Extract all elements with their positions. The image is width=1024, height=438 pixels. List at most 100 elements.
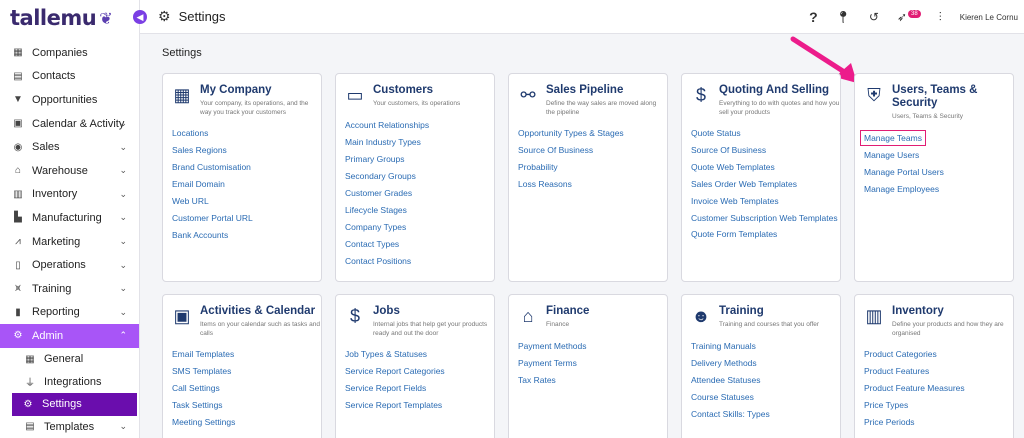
sidebar-item-sales[interactable]: ◉ Sales ⌄ xyxy=(0,135,139,159)
settings-link-label: Primary Groups xyxy=(345,153,405,164)
settings-link[interactable]: Company Types xyxy=(345,219,494,236)
inventory-icon: ▥ xyxy=(13,188,23,200)
settings-link[interactable]: Attendee Statuses xyxy=(691,372,840,389)
settings-link-label: Course Statuses xyxy=(691,391,754,402)
settings-link[interactable]: Delivery Methods xyxy=(691,355,840,372)
settings-link[interactable]: Payment Terms xyxy=(518,355,667,372)
settings-link[interactable]: Course Statuses xyxy=(691,389,840,406)
app-logo[interactable]: tallemu ❦ xyxy=(0,0,139,36)
settings-link[interactable]: Primary Groups xyxy=(345,151,494,168)
settings-link[interactable]: Loss Reasons xyxy=(518,176,667,193)
sidebar-item-manufacturing[interactable]: ▙ Manufacturing ⌄ xyxy=(0,206,139,230)
graduation-cap-icon: ⩙ xyxy=(15,283,21,295)
history-icon[interactable]: ↺ xyxy=(869,10,879,24)
settings-link[interactable]: Source Of Business xyxy=(691,142,840,159)
sliders-icon[interactable]: ⫶ xyxy=(939,10,942,25)
settings-link[interactable]: Product Features xyxy=(864,363,1013,380)
settings-link[interactable]: Manage Teams xyxy=(860,129,1013,147)
settings-link[interactable]: Sales Regions xyxy=(172,142,321,159)
settings-link[interactable]: Manage Portal Users xyxy=(864,164,1013,181)
settings-link[interactable]: Email Domain xyxy=(172,176,321,193)
settings-link[interactable]: Manage Users xyxy=(864,147,1013,164)
settings-link[interactable]: Training Manuals xyxy=(691,338,840,355)
settings-link[interactable]: Customer Subscription Web Templates xyxy=(691,210,840,226)
settings-link[interactable]: Contact Skills: Types xyxy=(691,406,840,423)
settings-link[interactable]: Price Periods xyxy=(864,414,1013,431)
settings-link[interactable]: Account Relationships xyxy=(345,117,494,134)
sidebar-item-inventory[interactable]: ▥ Inventory ⌄ xyxy=(0,183,139,207)
settings-link[interactable]: Probability xyxy=(518,159,667,176)
settings-link[interactable]: Tax Rates xyxy=(518,372,667,389)
sidebar-item-operations[interactable]: ▯ Operations ⌄ xyxy=(0,253,139,277)
sidebar-item-contacts[interactable]: ▤ Contacts xyxy=(0,65,139,89)
settings-link[interactable]: Call Settings xyxy=(172,380,321,397)
settings-link-label: Email Domain xyxy=(172,179,225,189)
settings-link[interactable]: Customer Grades xyxy=(345,185,494,202)
settings-link-label: Account Relationships xyxy=(345,119,430,130)
settings-link[interactable]: Meeting Settings xyxy=(172,414,321,431)
settings-link[interactable]: Contact Types xyxy=(345,236,494,253)
settings-link[interactable]: Secondary Groups xyxy=(345,168,494,185)
sidebar-subitem-general[interactable]: ▦ General xyxy=(0,348,139,371)
settings-link[interactable]: Sales Order Web Templates xyxy=(691,176,840,193)
top-right-actions: ? 📍︎ ↺ ➶ 38 ⫶ Kieren Le Cornu xyxy=(809,0,1018,34)
sidebar-item-warehouse[interactable]: ⌂ Warehouse ⌄ xyxy=(0,159,139,183)
sidebar-item-training[interactable]: ⩙ Training ⌄ xyxy=(0,277,139,301)
settings-card: $ Quoting And Selling Everything to do wit… xyxy=(681,73,841,282)
settings-link[interactable]: Service Report Categories xyxy=(345,363,494,380)
user-name[interactable]: Kieren Le Cornu xyxy=(960,13,1018,22)
settings-link[interactable]: Payment Methods xyxy=(518,338,667,355)
sidebar-subitem-settings[interactable]: ⚙ Settings xyxy=(12,392,137,416)
settings-card: ⛨ Users, Teams & Security Users, Teams & S… xyxy=(854,73,1014,282)
settings-link-label: Quote Form Templates xyxy=(691,229,778,239)
settings-link-label: Lifecycle Stages xyxy=(345,204,407,215)
settings-link[interactable]: Bank Accounts xyxy=(172,227,321,244)
card-title: Finance xyxy=(546,305,590,317)
collapse-sidebar-button[interactable]: ◀ xyxy=(133,10,147,24)
settings-link[interactable]: Product Feature Measures xyxy=(864,380,1013,397)
settings-link-label: Email Templates xyxy=(172,349,235,359)
notification-badge: 38 xyxy=(908,10,921,18)
sidebar-item-companies[interactable]: ▦ Companies xyxy=(0,41,139,65)
sidebar-subitem-integrations[interactable]: ⏚ Integrations xyxy=(0,370,139,393)
settings-link[interactable]: Lifecycle Stages xyxy=(345,202,494,219)
settings-link[interactable]: Brand Customisation xyxy=(172,159,321,176)
settings-link[interactable]: Main Industry Types xyxy=(345,134,494,151)
notifications-bird-icon[interactable]: ➶ 38 xyxy=(897,10,921,24)
card-header: ▣ Activities & Calendar Items on your cale… xyxy=(163,295,321,338)
settings-link[interactable]: Task Settings xyxy=(172,397,321,414)
chevron-down-icon: ⌄ xyxy=(119,212,127,223)
sidebar-item-calendar[interactable]: ▣ Calendar & Activity ⌄ xyxy=(0,112,139,136)
settings-link[interactable]: Source Of Business xyxy=(518,142,667,159)
sidebar-item-admin[interactable]: ⚙ Admin ⌃ xyxy=(0,324,139,348)
settings-link[interactable]: Service Report Fields xyxy=(345,380,494,397)
settings-link[interactable]: Product Categories xyxy=(864,346,1013,363)
settings-card: $ Jobs Internal jobs that help get your pr… xyxy=(335,294,495,438)
settings-link[interactable]: Quote Web Templates xyxy=(691,159,840,176)
settings-link[interactable]: Locations xyxy=(172,125,321,142)
help-icon[interactable]: ? xyxy=(809,9,818,25)
settings-link[interactable]: Opportunity Types & Stages xyxy=(518,125,667,142)
settings-link[interactable]: Service Report Templates xyxy=(345,397,494,414)
settings-link-label: Call Settings xyxy=(172,383,220,393)
settings-link[interactable]: Quote Form Templates xyxy=(691,226,840,243)
settings-link[interactable]: Quote Status xyxy=(691,125,840,142)
settings-link[interactable]: Email Templates xyxy=(172,346,321,363)
sidebar-item-reporting[interactable]: ▮ Reporting ⌄ xyxy=(0,301,139,325)
settings-link[interactable]: Contact Positions xyxy=(345,253,494,270)
settings-link[interactable]: SMS Templates xyxy=(172,363,321,380)
sidebar-item-opportunities[interactable]: ▼ Opportunities xyxy=(0,88,139,112)
sidebar-subitem-templates[interactable]: ▤ Templates ⌄ xyxy=(0,416,139,438)
settings-link[interactable]: Manage Employees xyxy=(864,181,1013,198)
calendar-icon: ▣ xyxy=(173,305,191,326)
sidebar-item-marketing[interactable]: ⩘ Marketing ⌄ xyxy=(0,230,139,254)
settings-link[interactable]: Price Types xyxy=(864,397,1013,414)
settings-link-label: Task Settings xyxy=(172,400,223,410)
sidebar-item-label: Contacts xyxy=(32,70,76,83)
settings-link[interactable]: Web URL xyxy=(172,193,321,210)
card-title: Activities & Calendar xyxy=(200,305,316,317)
settings-link[interactable]: Job Types & Statuses xyxy=(345,346,494,363)
settings-link[interactable]: Customer Portal URL xyxy=(172,210,321,227)
pin-icon[interactable]: 📍︎ xyxy=(836,10,851,24)
settings-link[interactable]: Invoice Web Templates xyxy=(691,193,840,210)
